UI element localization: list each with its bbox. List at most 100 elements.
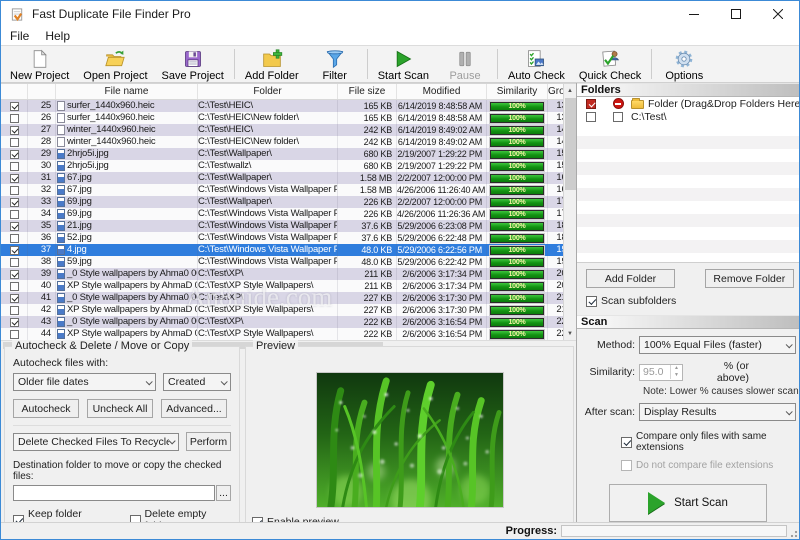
table-row[interactable]: 44XP Style wallpapers by AhmaD 005.jpgC:… [1,328,576,340]
filter-button[interactable]: Filter [306,46,364,82]
method-combo[interactable]: 100% Equal Files (faster) [639,336,796,354]
similarity-bar: 100% [490,137,544,147]
autocheck-button[interactable]: Autocheck [13,399,79,418]
include-all-checkbox-icon[interactable] [586,98,596,109]
app-window: Fast Duplicate File Finder Pro File Help… [0,0,800,540]
save-project-button[interactable]: Save Project [155,46,231,82]
table-row[interactable]: 42XP Style wallpapers by AhmaD 004.jpgC:… [1,304,576,316]
perform-button[interactable]: Perform [186,432,231,451]
table-row[interactable]: 35 21.jpg C:\Test\Windows Vista Wallpaper … [1,220,576,232]
table-row[interactable]: 43_0 Style wallpapers by Ahma0 005.jpgC:… [1,316,576,328]
table-row[interactable]: 32 67.jpg C:\Test\Windows Vista Wallpaper … [1,184,576,196]
table-row[interactable]: 38 59.jpg C:\Test\Windows Vista Wallpaper … [1,256,576,268]
row-checkbox[interactable] [9,245,19,255]
row-checkbox[interactable] [9,137,19,147]
similarity-bar: 100% [490,113,544,123]
exclude-icon[interactable] [612,98,624,109]
row-checkbox[interactable] [9,113,19,123]
row-checkbox[interactable] [9,281,19,291]
table-row[interactable]: 28 winter_1440x960.heic C:\Test\HEIC\New f… [1,136,576,148]
spinner-arrows-icon[interactable]: ▲ ▼ [670,365,682,379]
new-project-button[interactable]: New Project [3,46,76,82]
table-row[interactable]: 34 69.jpg C:\Test\Windows Vista Wallpaper … [1,208,576,220]
autocheck-with-label: Autocheck files with: [13,357,109,369]
add-folder-button[interactable]: Add Folder [238,46,306,82]
action-combo[interactable]: Delete Checked Files To Recycle Bin [13,432,179,451]
table-row[interactable]: 41_0 Style wallpapers by Ahma0 004.jpgC:… [1,292,576,304]
col-modified[interactable]: Modified [397,84,487,99]
col-file-name[interactable]: File name [56,84,198,99]
table-row[interactable]: 33 69.jpg C:\Test\Wallpaper\ 226 KB 2/2/2007… [1,196,576,208]
table-row[interactable]: 31 67.jpg C:\Test\Wallpaper\ 1.58 MB 2/2/200… [1,172,576,184]
compare-same-extensions-checkbox[interactable]: Compare only files with same extensions [621,431,799,453]
row-checkbox[interactable] [9,125,19,135]
folder-exclude-checkbox[interactable] [613,111,623,122]
similarity-label: Similarity: [589,366,635,378]
minimize-button[interactable] [673,1,715,27]
scan-subfolders-checkbox[interactable]: Scan subfolders [577,288,799,307]
start-scan-button[interactable]: Start Scan [609,484,767,522]
after-scan-combo[interactable]: Display Results [639,403,796,421]
toolbar-separator [366,49,368,79]
uncheck-all-button[interactable]: Uncheck All [87,399,153,418]
start-scan-toolbar-button[interactable]: Start Scan [371,46,436,82]
similarity-spinner[interactable]: 95.0 ▲ ▼ [639,363,683,381]
folder-path: C:\Test\ [631,110,667,123]
destination-input[interactable] [13,485,215,501]
autocheck-with-combo[interactable]: Older file dates [13,373,156,391]
close-button[interactable] [757,1,799,27]
row-checkbox[interactable] [9,101,19,111]
col-index[interactable] [28,84,56,99]
row-checkbox[interactable] [9,173,19,183]
scroll-down-arrow[interactable]: ▼ [564,327,576,340]
menu-help[interactable]: Help [45,29,70,43]
table-row[interactable]: 30 2hrjo5i.jpg C:\Test\wallz\ 680 KB 2/19/20… [1,160,576,172]
add-folder-panel-button[interactable]: Add Folder [586,269,675,288]
scroll-thumb[interactable] [565,98,576,190]
row-checkbox[interactable] [9,185,19,195]
browse-button[interactable]: ... [216,485,231,501]
row-checkbox[interactable] [9,305,19,315]
col-check[interactable] [1,84,28,99]
maximize-button[interactable] [715,1,757,27]
folders-header-row[interactable]: Folder (Drag&Drop Folders Here) [577,97,799,110]
col-folder[interactable]: Folder [198,84,338,99]
table-row[interactable]: 27 winter_1440x960.heic C:\Test\HEIC\ 242 K… [1,124,576,136]
folder-row[interactable]: C:\Test\ [577,110,799,123]
table-row[interactable]: 40XP Style wallpapers by AhmaD 003.jpgC:… [1,280,576,292]
row-checkbox[interactable] [9,329,19,339]
row-checkbox[interactable] [9,161,19,171]
row-checkbox[interactable] [9,269,19,279]
table-row[interactable]: 36 52.jpg C:\Test\Windows Vista Wallpaper … [1,232,576,244]
row-checkbox[interactable] [9,209,19,219]
scroll-up-arrow[interactable]: ▲ [564,84,576,97]
menu-file[interactable]: File [10,29,29,43]
row-checkbox[interactable] [9,317,19,327]
open-project-button[interactable]: Open Project [76,46,154,82]
table-row[interactable]: 374.jpgC:\Test\Windows Vista Wallpaper P… [1,244,576,256]
autocheck-groupbox: Autocheck & Delete / Move or Copy Autoch… [4,340,240,533]
file-icon [57,125,65,135]
row-checkbox[interactable] [9,149,19,159]
row-checkbox[interactable] [9,221,19,231]
quick-check-button[interactable]: Quick Check [572,46,648,82]
row-checkbox[interactable] [9,233,19,243]
similarity-bar: 100% [490,257,544,267]
col-similarity[interactable]: Similarity [487,84,548,99]
remove-folder-button[interactable]: Remove Folder [704,269,794,288]
folder-include-checkbox[interactable] [586,111,596,122]
row-checkbox[interactable] [9,257,19,267]
table-row[interactable]: 26 surfer_1440x960.heic C:\Test\HEIC\New f… [1,112,576,124]
options-button[interactable]: Options [655,46,713,82]
row-checkbox[interactable] [9,197,19,207]
table-vertical-scrollbar[interactable]: ▲ ▼ [563,84,576,340]
table-row[interactable]: 25 surfer_1440x960.heic C:\Test\HEIC\ 165 K… [1,100,576,112]
resize-grip[interactable] [788,528,798,538]
table-row[interactable]: 39_0 Style wallpapers by Ahma0 003.jpgC:… [1,268,576,280]
advanced-button[interactable]: Advanced... [161,399,227,418]
date-field-combo[interactable]: Created [163,373,231,391]
auto-check-button[interactable]: Auto Check [501,46,572,82]
row-checkbox[interactable] [9,293,19,303]
col-file-size[interactable]: File size [338,84,397,99]
table-row[interactable]: 29 2hrjo5i.jpg C:\Test\Wallpaper\ 680 KB 2/1… [1,148,576,160]
